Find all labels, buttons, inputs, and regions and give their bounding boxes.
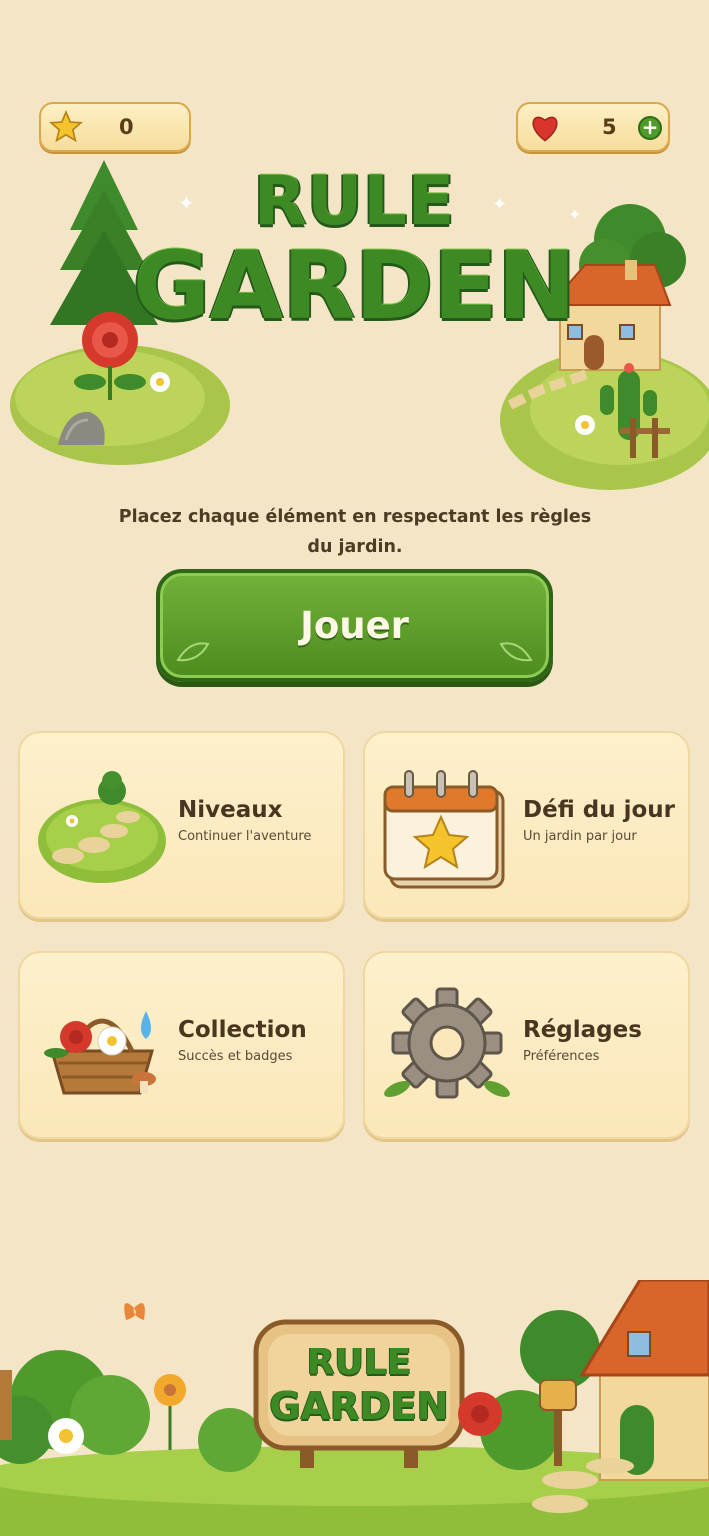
footer-sign-line2: GARDEN [269, 1384, 449, 1428]
menu-card-levels[interactable]: Niveaux Continuer l'aventure [18, 731, 345, 919]
stars-count: 0 [119, 115, 134, 139]
stars-counter: 0 [39, 102, 191, 152]
leaf-icon [176, 642, 210, 662]
menu-card-title: Collection [178, 1017, 307, 1043]
flower-basket-icon [44, 1011, 156, 1095]
menu-card-title: Réglages [523, 1017, 642, 1043]
footer-sign-line1: RULE [306, 1342, 412, 1383]
menu-card-collection[interactable]: Collection Succès et badges [18, 951, 345, 1139]
menu-card-settings[interactable]: Réglages Préférences [363, 951, 690, 1139]
menu-card-daily-challenge[interactable]: Défi du jour Un jardin par jour [363, 731, 690, 919]
play-button-label: Jouer [300, 604, 409, 647]
calendar-star-icon [383, 770, 505, 889]
menu-card-subtitle: Préférences [523, 1049, 600, 1064]
add-life-button[interactable]: + [638, 116, 662, 140]
play-button[interactable]: Jouer [156, 569, 553, 682]
tagline: Placez chaque élément en respectant les … [118, 507, 592, 557]
menu-card-title: Niveaux [178, 797, 283, 823]
menu-card-subtitle: Continuer l'aventure [178, 829, 312, 844]
lives-count: 5 [602, 115, 617, 139]
garden-path-icon [38, 771, 166, 883]
gear-icon [384, 987, 510, 1099]
star-icon [49, 110, 83, 143]
leaf-icon [499, 642, 533, 662]
heart-icon [532, 116, 558, 142]
logo-title-line1: RULE [253, 162, 456, 241]
lives-counter: 5 + [516, 102, 670, 152]
menu-card-subtitle: Un jardin par jour [523, 829, 637, 844]
menu-card-subtitle: Succès et badges [178, 1049, 293, 1064]
logo-title-line2: GARDEN [132, 232, 577, 341]
menu-card-title: Défi du jour [523, 797, 675, 823]
